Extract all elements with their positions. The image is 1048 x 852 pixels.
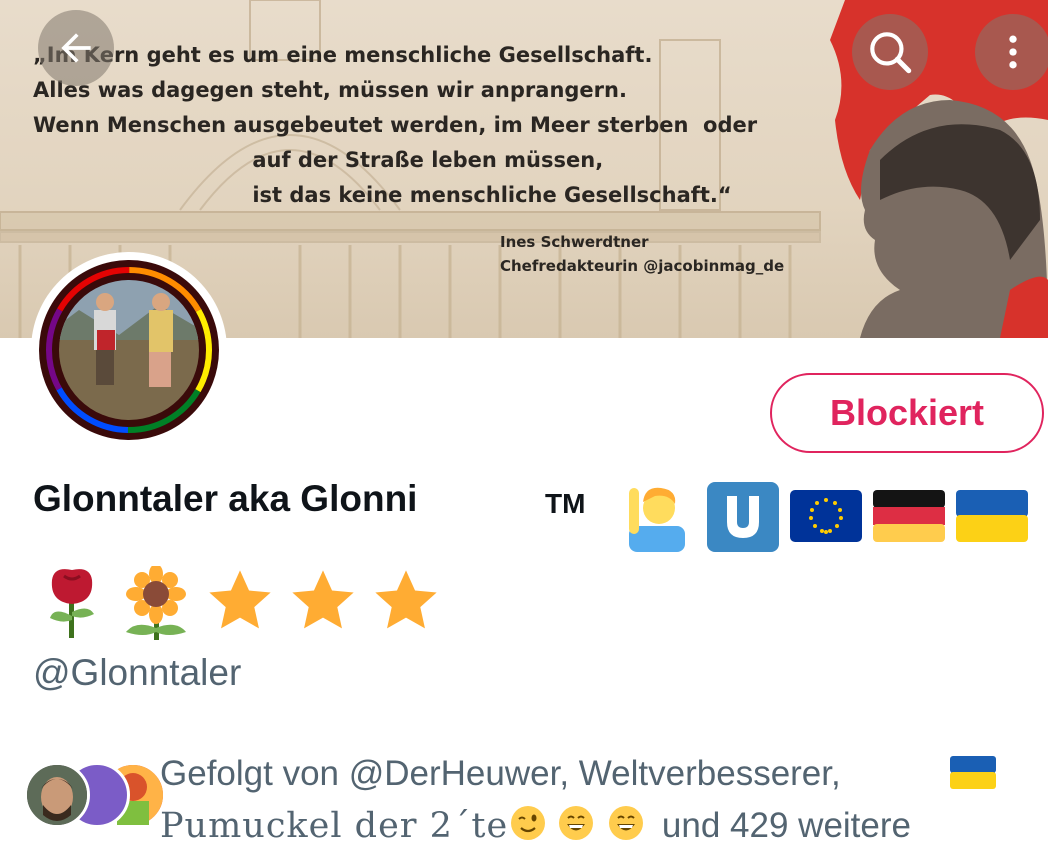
follower-name: Pumuckel der 2´te <box>160 806 509 846</box>
display-name: Glonntaler aka Glonni <box>33 478 418 519</box>
profile-avatar[interactable] <box>31 252 227 448</box>
quote-author: Ines Schwerdtner Chefredakteurin @jacobi… <box>500 230 784 278</box>
followed-by-label: Gefolgt von @DerHeuwer, Weltverbesserer, <box>160 754 841 793</box>
ukraine-flag-icon <box>956 490 1028 547</box>
arrow-left-icon <box>61 33 91 63</box>
rainbow-ring-photo <box>46 267 212 433</box>
search-icon <box>870 32 912 74</box>
ukraine-flag-icon <box>950 756 996 789</box>
author-name: Ines Schwerdtner <box>500 233 649 251</box>
quote-line: Alles was dagegen steht, müssen wir anpr… <box>33 78 627 102</box>
more-options-button[interactable] <box>975 14 1048 90</box>
quote-line: Wenn Menschen ausgebeutet werden, im Mee… <box>33 113 758 137</box>
star-icon <box>370 566 442 641</box>
back-button[interactable] <box>38 10 114 86</box>
star-icon <box>287 566 359 641</box>
winking-face-icon <box>511 806 546 840</box>
star-icon <box>204 566 276 641</box>
avatar-image <box>39 260 219 440</box>
followed-by-line-1: Gefolgt von @DerHeuwer, Weltverbesserer, <box>160 748 996 800</box>
quote-line: „Im Kern geht es um eine menschliche Ges… <box>33 43 653 67</box>
followed-by-suffix: und 429 weitere <box>661 806 911 845</box>
user-handle: @Glonntaler <box>33 652 242 693</box>
germany-flag-icon <box>873 490 945 547</box>
banner-quote: „Im Kern geht es um eine menschliche Ges… <box>33 38 793 213</box>
more-vertical-icon <box>1009 35 1017 69</box>
blocked-button[interactable]: Blockiert <box>770 373 1044 453</box>
quote-line: ist das keine menschliche Gesellschaft.“ <box>33 183 732 207</box>
follower-avatar <box>24 762 90 828</box>
eu-flag-icon <box>790 490 862 547</box>
grinning-face-icon <box>609 806 644 840</box>
trademark-symbol: TM <box>545 488 586 519</box>
grinning-face-icon <box>559 806 594 840</box>
rose-icon <box>42 566 102 643</box>
followed-by-line-2: Pumuckel der 2´te und 429 weitere <box>160 800 911 852</box>
sunflower-icon <box>120 564 192 645</box>
portrait-illustration <box>860 100 1048 338</box>
man-raising-hand-icon <box>625 478 689 557</box>
quote-line: auf der Straße leben müssen, <box>33 148 604 172</box>
followed-by-text[interactable]: Gefolgt von @DerHeuwer, Weltverbesserer,… <box>160 748 996 852</box>
search-button[interactable] <box>852 14 928 90</box>
u-bahn-icon <box>707 482 779 557</box>
author-title: Chefredakteurin @jacobinmag_de <box>500 257 785 275</box>
